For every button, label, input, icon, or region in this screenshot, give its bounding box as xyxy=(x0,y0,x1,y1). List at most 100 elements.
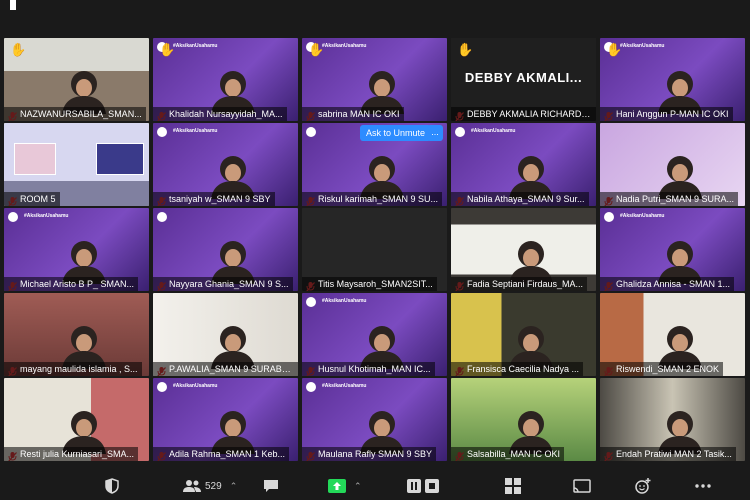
more-icon xyxy=(695,484,711,488)
participant-name: Fadia Septiani Firdaus_MA... xyxy=(451,277,588,291)
share-screen-icon xyxy=(328,479,346,493)
hashtag-text: #AksikanUsahamu xyxy=(322,298,367,304)
security-button[interactable] xyxy=(105,478,119,494)
participant-tile[interactable]: P.AWALIA_SMAN 9 SURABA... xyxy=(153,293,298,376)
event-logo xyxy=(455,127,465,137)
participant-tile[interactable]: #AksikanUsahamu ✋ sabrina MAN IC OKI xyxy=(302,38,447,121)
pause-record-controls[interactable] xyxy=(407,478,439,494)
participant-tile[interactable]: Titis Maysaroh_SMAN2SIT... xyxy=(302,208,447,291)
participant-name: Nadia Putri_SMAN 9 SURA... xyxy=(600,192,739,206)
raised-hand-icon: ✋ xyxy=(10,42,27,57)
participant-name: NAZWANURSABILA_SMAN... xyxy=(4,107,146,121)
chat-button[interactable] xyxy=(263,478,279,494)
participant-tile[interactable]: #AksikanUsahamu Maulana Rafly SMAN 9 SBY xyxy=(302,378,447,461)
participant-name: Maulana Rafly SMAN 9 SBY xyxy=(302,447,437,461)
pause-icon xyxy=(407,479,421,493)
meeting-toolbar: 529 ⌃ ⌃ xyxy=(0,470,750,500)
participant-name: Resti julia Kurniasari_SMA... xyxy=(4,447,139,461)
top-bar xyxy=(0,0,750,36)
participant-tile[interactable]: #AksikanUsahamu Husnul Khotimah_MAN IC... xyxy=(302,293,447,376)
participant-tile[interactable]: Nadia Putri_SMAN 9 SURA... xyxy=(600,123,745,206)
participant-tile[interactable]: #AksikanUsahamu Michael Aristo B P_ SMAN.… xyxy=(4,208,149,291)
participant-name: Nabila Athaya_SMAN 9 Sur... xyxy=(451,192,589,206)
hashtag-text: #AksikanUsahamu xyxy=(24,213,69,219)
event-logo xyxy=(157,382,167,392)
hashtag-text: #AksikanUsahamu xyxy=(322,43,367,49)
reactions-button[interactable] xyxy=(635,478,651,494)
participant-tile[interactable]: DEBBY AKMALI... ✋ DEBBY AKMALIA RICHARD_..… xyxy=(451,38,596,121)
breakout-rooms-button[interactable] xyxy=(505,478,521,494)
raised-hand-icon: ✋ xyxy=(606,42,623,57)
display-name: DEBBY AKMALI... xyxy=(464,70,583,85)
raised-hand-icon: ✋ xyxy=(457,42,474,57)
event-logo xyxy=(157,212,167,222)
window-corner-mark xyxy=(10,0,16,10)
more-options-button[interactable] xyxy=(695,478,711,494)
participant-tile[interactable]: ✋ NAZWANURSABILA_SMAN... xyxy=(4,38,149,121)
participant-name: Nayyara Ghania_SMAN 9 S... xyxy=(153,277,293,291)
participant-tile[interactable]: mayang maulida islamia , S... xyxy=(4,293,149,376)
hashtag-text: #AksikanUsahamu xyxy=(322,383,367,389)
raised-hand-icon: ✋ xyxy=(308,42,325,57)
participant-name: mayang maulida islamia , S... xyxy=(4,362,142,376)
participant-name: Titis Maysaroh_SMAN2SIT... xyxy=(302,277,437,291)
shield-icon xyxy=(105,478,119,494)
participant-tile[interactable]: Salsabilla_MAN IC OKI xyxy=(451,378,596,461)
participant-tile[interactable]: Nayyara Ghania_SMAN 9 S... xyxy=(153,208,298,291)
participant-name: Fransisca Caecilia Nadya ... xyxy=(451,362,584,376)
chevron-up-icon[interactable]: ⌃ xyxy=(230,481,238,492)
participant-tile[interactable]: Endah Pratiwi MAN 2 Tasik... xyxy=(600,378,745,461)
participant-tile[interactable]: #AksikanUsahamu tsaniyah w_SMAN 9 SBY xyxy=(153,123,298,206)
presenter-preview xyxy=(14,143,56,175)
participant-name: Ghalidza Annisa - SMAN 1... xyxy=(600,277,735,291)
tile-more-button[interactable]: ... xyxy=(427,125,443,141)
participant-name: Riswendi_SMAN 2 ENOK xyxy=(600,362,724,376)
event-logo xyxy=(604,212,614,222)
share-screen-button[interactable]: ⌃ xyxy=(328,478,362,494)
participant-name: Khalidah Nursayyidah_MA... xyxy=(153,107,287,121)
participant-tile[interactable]: Ask to Unmute... Riskul karimah_SMAN 9 SU… xyxy=(302,123,447,206)
hashtag-text: #AksikanUsahamu xyxy=(173,43,218,49)
shared-screen-preview xyxy=(96,143,144,175)
participant-tile[interactable]: Resti julia Kurniasari_SMA... xyxy=(4,378,149,461)
cast-button[interactable] xyxy=(573,478,591,494)
event-logo xyxy=(306,297,316,307)
participant-name: Adila Rahma_SMAN 1 Keb... xyxy=(153,447,290,461)
event-logo xyxy=(8,212,18,222)
participant-name: Salsabilla_MAN IC OKI xyxy=(451,447,565,461)
participant-tile[interactable]: #AksikanUsahamu ✋ Khalidah Nursayyidah_MA.… xyxy=(153,38,298,121)
participants-icon xyxy=(183,480,201,492)
participant-tile[interactable]: Fransisca Caecilia Nadya ... xyxy=(451,293,596,376)
event-logo xyxy=(157,127,167,137)
participant-name: Husnul Khotimah_MAN IC... xyxy=(302,362,435,376)
participant-name: ROOM 5 xyxy=(4,192,60,206)
hashtag-text: #AksikanUsahamu xyxy=(173,383,218,389)
event-logo xyxy=(306,127,316,137)
participant-tile[interactable]: ROOM 5 xyxy=(4,123,149,206)
event-logo xyxy=(306,382,316,392)
hashtag-text: #AksikanUsahamu xyxy=(620,43,665,49)
smile-plus-icon xyxy=(635,478,651,494)
participant-tile[interactable]: #AksikanUsahamu Adila Rahma_SMAN 1 Keb... xyxy=(153,378,298,461)
participants-button[interactable]: 529 ⌃ xyxy=(182,478,237,494)
participant-tile[interactable]: #AksikanUsahamu Ghalidza Annisa - SMAN 1.… xyxy=(600,208,745,291)
hashtag-text: #AksikanUsahamu xyxy=(620,213,665,219)
ask-to-unmute-button[interactable]: Ask to Unmute xyxy=(360,125,432,141)
chat-icon xyxy=(264,480,278,492)
breakout-rooms-icon xyxy=(505,478,521,494)
cast-icon xyxy=(573,479,591,493)
participant-name: DEBBY AKMALIA RICHARD_... xyxy=(451,107,596,121)
participant-tile[interactable]: #AksikanUsahamu ✋ Hani Anggun P-MAN IC OKI xyxy=(600,38,745,121)
hashtag-text: #AksikanUsahamu xyxy=(471,128,516,134)
raised-hand-icon: ✋ xyxy=(159,42,176,57)
chevron-up-icon[interactable]: ⌃ xyxy=(354,481,362,492)
participant-tile[interactable]: #AksikanUsahamu Nabila Athaya_SMAN 9 Sur.… xyxy=(451,123,596,206)
participants-count: 529 xyxy=(205,480,222,492)
participant-name: Endah Pratiwi MAN 2 Tasik... xyxy=(600,447,736,461)
participant-tile[interactable]: Fadia Septiani Firdaus_MA... xyxy=(451,208,596,291)
participant-name: Hani Anggun P-MAN IC OKI xyxy=(600,107,733,121)
participant-tile[interactable]: Riswendi_SMAN 2 ENOK xyxy=(600,293,745,376)
participant-name: tsaniyah w_SMAN 9 SBY xyxy=(153,192,275,206)
stop-icon xyxy=(425,479,439,493)
participant-name: sabrina MAN IC OKI xyxy=(302,107,404,121)
